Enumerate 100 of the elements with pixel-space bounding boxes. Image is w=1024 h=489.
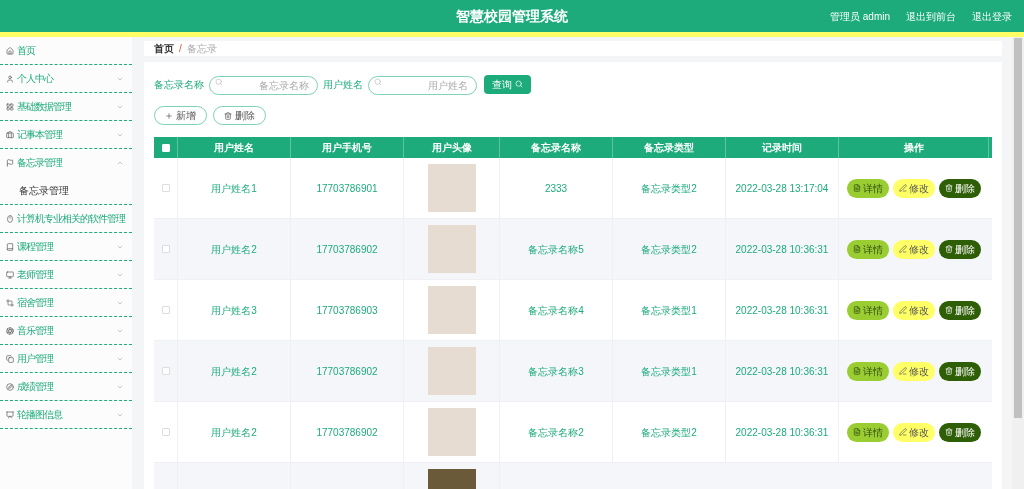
- edit-button[interactable]: 修改: [893, 178, 935, 198]
- sidebar-item[interactable]: 老师管理: [0, 261, 132, 288]
- column-header: 记录时间: [762, 141, 802, 155]
- table-cell-text: 备忘录类型2: [641, 181, 697, 196]
- detail-button[interactable]: 详情: [847, 422, 889, 442]
- trash-icon: [945, 184, 953, 192]
- table-cell-text: 备忘录名称3: [528, 364, 584, 379]
- trash-icon: [945, 245, 953, 253]
- search-field[interactable]: 备忘录名称: [209, 76, 318, 95]
- detail-button[interactable]: 详情: [847, 178, 889, 198]
- row-checkbox[interactable]: [161, 184, 170, 192]
- delete-button[interactable]: 删除: [939, 178, 981, 198]
- table-cell-text: 用户姓名2: [211, 364, 257, 379]
- breadcrumb-link[interactable]: 首页: [154, 41, 174, 56]
- sidebar-item[interactable]: 轮播图信息: [0, 401, 132, 428]
- detail-button[interactable]: 详情: [847, 300, 889, 320]
- table-cell-text: 2022-03-28 10:36:31: [735, 242, 829, 257]
- row-checkbox[interactable]: [161, 306, 170, 314]
- trash-icon: [945, 306, 953, 314]
- table-cell-text: 17703786902: [316, 242, 378, 257]
- sidebar-item[interactable]: 课程管理: [0, 233, 132, 260]
- document-icon: [853, 245, 861, 253]
- sidebar-item[interactable]: 用户管理: [0, 345, 132, 372]
- row-checkbox[interactable]: [161, 428, 170, 436]
- sidebar-item[interactable]: 首页: [0, 37, 132, 64]
- header-link[interactable]: 管理员 admin: [830, 8, 890, 24]
- book-icon: [6, 242, 14, 251]
- row-checkbox[interactable]: [161, 367, 170, 375]
- delete-button[interactable]: 删除: [939, 300, 981, 320]
- column-header: 操作: [903, 141, 924, 155]
- home-icon: [6, 46, 14, 55]
- table-cell-text: 2022-03-28 13:17:04: [735, 181, 829, 196]
- avatar-placeholder: [427, 347, 476, 395]
- header-link[interactable]: 退出登录: [972, 8, 1012, 24]
- query-button[interactable]: 查询: [484, 74, 531, 94]
- field-label: 用户姓名: [323, 77, 363, 92]
- table-cell-text: 2333: [544, 181, 568, 196]
- sidebar-item[interactable]: 计算机专业相关的软件管理: [0, 205, 132, 232]
- table-cell-text: 用户姓名1: [211, 181, 257, 196]
- column-header: 备忘录名称: [531, 141, 581, 155]
- aperture-icon: [6, 326, 14, 335]
- edit-button[interactable]: 修改: [893, 300, 935, 320]
- pen-icon: [899, 428, 907, 436]
- pen-icon: [899, 306, 907, 314]
- delete-button[interactable]: 删除: [939, 239, 981, 259]
- document-icon: [853, 367, 861, 375]
- table-cell-text: 17703786903: [316, 303, 378, 318]
- column-header: 备忘录类型: [644, 141, 694, 155]
- delete-button[interactable]: 删除: [939, 361, 981, 381]
- edit-button[interactable]: 修改: [893, 361, 935, 381]
- flag-icon: [6, 158, 14, 167]
- sidebar-item[interactable]: 成绩管理: [0, 373, 132, 400]
- search-icon: [215, 78, 223, 86]
- table-cell-text: 备忘录类型2: [641, 425, 697, 440]
- table-cell-text: 用户姓名3: [211, 303, 257, 318]
- breadcrumb-separator: /: [179, 42, 182, 56]
- sidebar-item[interactable]: 宿舍管理: [0, 289, 132, 316]
- table-cell-text: 用户姓名2: [211, 425, 257, 440]
- edit-button[interactable]: 修改: [893, 422, 935, 442]
- avatar-placeholder: [427, 286, 476, 334]
- sidebar-item[interactable]: 音乐管理: [0, 317, 132, 344]
- board-icon: [6, 410, 14, 419]
- trash-icon: [224, 111, 232, 120]
- sidebar-item[interactable]: 记事本管理: [0, 121, 132, 148]
- sidebar-item[interactable]: 备忘录管理: [0, 149, 132, 176]
- table-cell-text: 备忘录类型2: [641, 242, 697, 257]
- table-cell-text: 备忘录类型1: [641, 303, 697, 318]
- search-icon: [374, 78, 382, 86]
- table-cell-text: 17703786901: [316, 181, 378, 196]
- search-field[interactable]: 用户姓名: [368, 76, 477, 95]
- column-header: 用户头像: [431, 141, 472, 155]
- pen-icon: [899, 184, 907, 192]
- table-cell-text: 备忘录类型1: [641, 364, 697, 379]
- plus-icon: [165, 111, 173, 120]
- detail-button[interactable]: 详情: [847, 239, 889, 259]
- document-icon: [853, 306, 861, 314]
- avatar-placeholder: [427, 225, 476, 273]
- monitor-icon: [6, 270, 14, 279]
- table-cell-text: 17703786902: [316, 364, 378, 379]
- table-cell-text: 备忘录名称2: [528, 425, 584, 440]
- trash-icon: [945, 428, 953, 436]
- sidebar-subitem[interactable]: 备忘录管理: [0, 176, 132, 204]
- mouse-icon: [6, 214, 14, 223]
- app-title: 智慧校园管理系统: [456, 6, 568, 26]
- sidebar-item[interactable]: 基础数据管理: [0, 93, 132, 120]
- avatar-placeholder: [427, 408, 476, 456]
- row-checkbox[interactable]: [161, 245, 170, 253]
- delete-button[interactable]: 删除: [939, 422, 981, 442]
- avatar-placeholder: [427, 164, 476, 212]
- table-cell-text: 2022-03-28 10:36:31: [735, 364, 829, 379]
- pen-icon: [899, 245, 907, 253]
- detail-button[interactable]: 详情: [847, 361, 889, 381]
- select-all-checkbox[interactable]: [161, 143, 170, 152]
- column-header: 用户手机号: [322, 141, 372, 155]
- briefcase-icon: [6, 130, 14, 139]
- sidebar-item[interactable]: 个人中心: [0, 65, 132, 92]
- header-link[interactable]: 退出到前台: [906, 8, 956, 24]
- table-cell-text: 17703786902: [316, 425, 378, 440]
- edit-button[interactable]: 修改: [893, 239, 935, 259]
- user-icon: [6, 74, 14, 83]
